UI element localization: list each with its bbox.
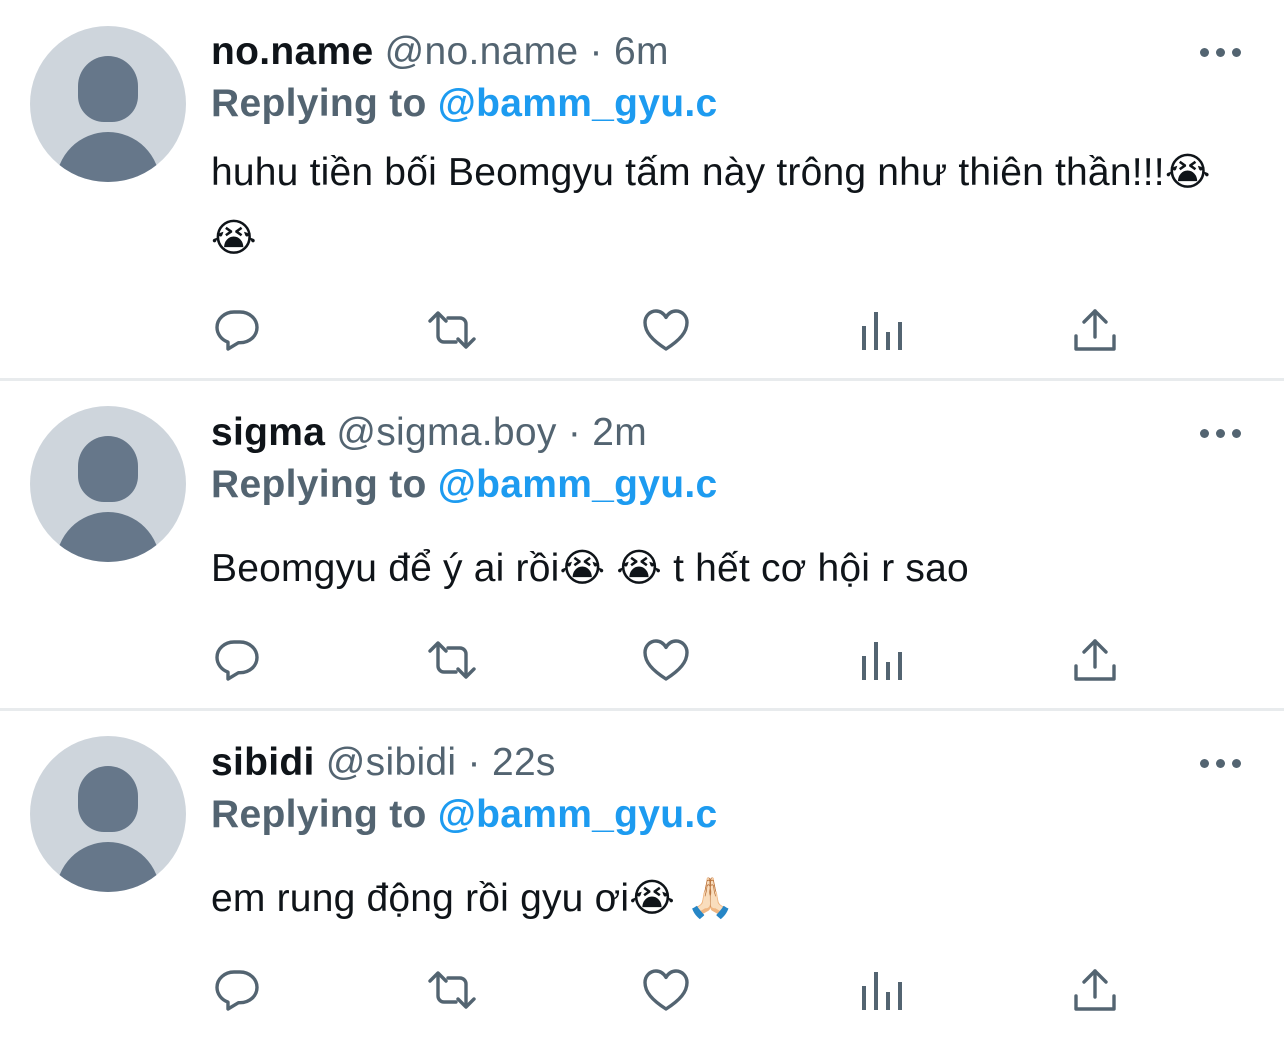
replying-label: Replying to [211,793,427,836]
tweet-text: em rung động rồi gyu ơi😭 🙏🏻 [211,877,735,920]
reply-button[interactable] [212,635,262,685]
separator-dot: · [467,741,481,784]
default-avatar-icon[interactable] [30,736,186,892]
tweet-actions [0,635,1284,685]
views-icon [862,642,902,680]
views-icon [862,312,902,350]
default-avatar-icon[interactable] [30,406,186,562]
reply-icon [215,310,259,351]
replying-label: Replying to [211,82,427,125]
tweet-header: no.name @no.name · 6m [211,26,669,78]
like-icon [643,639,689,681]
tweet-3[interactable]: sibidi @sibidi · 22s Replying to @bamm_g… [0,711,1284,1039]
views-icon [862,972,902,1010]
share-icon [1074,309,1116,351]
views-button[interactable] [856,965,906,1015]
reply-icon [215,640,259,681]
tweet-actions [0,965,1284,1015]
reply-button[interactable] [212,305,262,355]
reply-mention-link[interactable]: @bamm_gyu.c [438,793,718,836]
tweet-time[interactable]: 22s [492,741,556,784]
tweet-text: huhu tiền bối Beomgyu tấm này trông như … [211,151,1211,260]
tweet-time[interactable]: 2m [592,411,647,454]
tweet-actions [0,305,1284,355]
user-handle[interactable]: @sibidi [326,741,457,784]
like-button[interactable] [641,305,691,355]
user-name[interactable]: no.name [211,30,373,73]
default-avatar-icon[interactable] [30,26,186,182]
views-button[interactable] [856,635,906,685]
retweet-button[interactable] [427,305,477,355]
user-handle[interactable]: @no.name [385,30,579,73]
user-name[interactable]: sibidi [211,741,315,784]
tweet-header: sigma @sigma.boy · 2m [211,407,647,459]
share-icon [1074,969,1116,1011]
share-icon [1074,639,1116,681]
replying-label: Replying to [211,463,427,506]
tweet-time[interactable]: 6m [614,30,669,73]
replying-to: Replying to @bamm_gyu.c [211,78,718,130]
retweet-button[interactable] [427,965,477,1015]
separator-dot: · [589,30,603,73]
more-icon[interactable] [1200,45,1242,59]
views-button[interactable] [856,305,906,355]
tweet-2[interactable]: sigma @sigma.boy · 2m Replying to @bamm_… [0,381,1284,709]
reply-mention-link[interactable]: @bamm_gyu.c [438,463,718,506]
reply-icon [215,970,259,1011]
replying-to: Replying to @bamm_gyu.c [211,459,718,511]
more-icon[interactable] [1200,426,1242,440]
replying-to: Replying to @bamm_gyu.c [211,789,718,841]
like-icon [643,969,689,1011]
tweet-header: sibidi @sibidi · 22s [211,737,556,789]
like-button[interactable] [641,965,691,1015]
user-name[interactable]: sigma [211,411,325,454]
share-button[interactable] [1070,635,1120,685]
reply-mention-link[interactable]: @bamm_gyu.c [438,82,718,125]
like-button[interactable] [641,635,691,685]
retweet-button[interactable] [427,635,477,685]
tweet-1[interactable]: no.name @no.name · 6m Replying to @bamm_… [0,0,1284,380]
retweet-icon [428,311,476,349]
share-button[interactable] [1070,305,1120,355]
user-handle[interactable]: @sigma.boy [336,411,556,454]
retweet-icon [428,641,476,679]
like-icon [643,309,689,351]
share-button[interactable] [1070,965,1120,1015]
retweet-icon [428,971,476,1009]
separator-dot: · [567,411,582,454]
reply-button[interactable] [212,965,262,1015]
tweet-text: Beomgyu để ý ai rồi😭 😭 t hết cơ hội r sa… [211,547,969,590]
more-icon[interactable] [1200,756,1242,770]
